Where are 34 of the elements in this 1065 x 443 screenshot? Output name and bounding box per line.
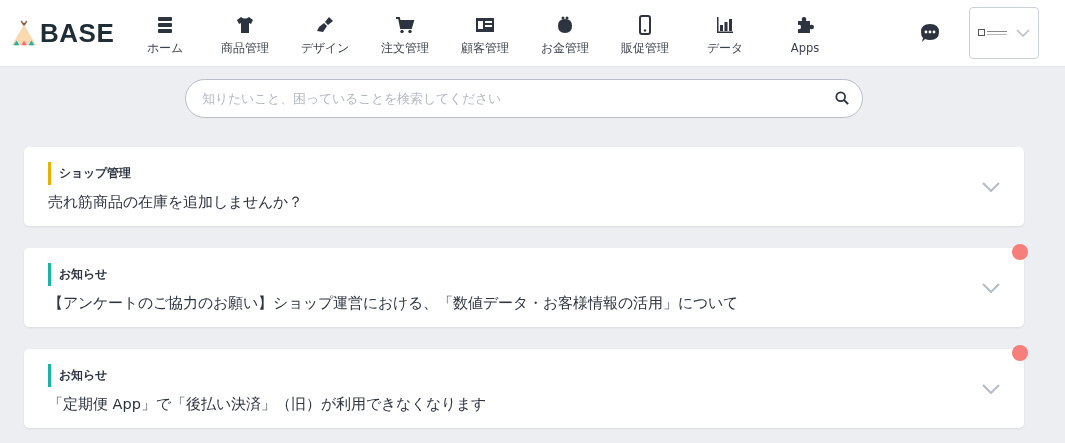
cart-icon [395, 14, 415, 35]
notice-title: 売れ筋商品の在庫を追加しませんか？ [48, 192, 304, 212]
logo-text[interactable]: BASE [40, 17, 115, 49]
nav-item[interactable]: 顧客管理 [445, 10, 525, 56]
shop-logo-icon [978, 28, 1008, 38]
bar-chart-icon [715, 14, 735, 35]
shirt-icon [235, 14, 255, 35]
chevron-down-icon [1016, 29, 1030, 37]
category-label: お知らせ [59, 266, 107, 282]
notice-title: 【アンケートのご協力のお願い】ショップ運営における、「数値データ・お客様情報の活用」について [48, 293, 739, 313]
nav-item[interactable]: 注文管理 [365, 10, 445, 56]
purse-icon [555, 14, 575, 35]
brush-icon [315, 14, 335, 35]
search-icon[interactable] [835, 91, 849, 105]
nav-item[interactable]: 販促管理 [605, 10, 685, 56]
nav-item[interactable]: ホーム [125, 10, 205, 56]
nav-item[interactable]: Apps [765, 10, 845, 56]
nav-item[interactable]: 商品管理 [205, 10, 285, 56]
nav-item[interactable]: デザイン [285, 10, 365, 56]
nav-item[interactable]: データ [685, 10, 765, 56]
chevron-down-icon[interactable] [982, 282, 1000, 293]
shop-selector[interactable] [969, 7, 1039, 59]
category-label: ショップ管理 [59, 165, 131, 181]
notice-title: 「定期便 App」で「後払い決済」（旧）が利用できなくなります [48, 394, 487, 414]
notice-card[interactable]: ショップ管理 売れ筋商品の在庫を追加しませんか？ [24, 147, 1024, 226]
tent-logo-icon [10, 19, 38, 47]
search-field[interactable]: 知りたいこと、困っていることを検索してください [185, 79, 863, 118]
nav-item[interactable]: お金管理 [525, 10, 605, 56]
chevron-down-icon[interactable] [982, 383, 1000, 394]
chat-icon[interactable] [919, 22, 941, 44]
category-label: お知らせ [59, 367, 107, 383]
puzzle-icon [795, 14, 815, 35]
list-icon [155, 14, 175, 35]
chevron-down-icon[interactable] [982, 181, 1000, 192]
